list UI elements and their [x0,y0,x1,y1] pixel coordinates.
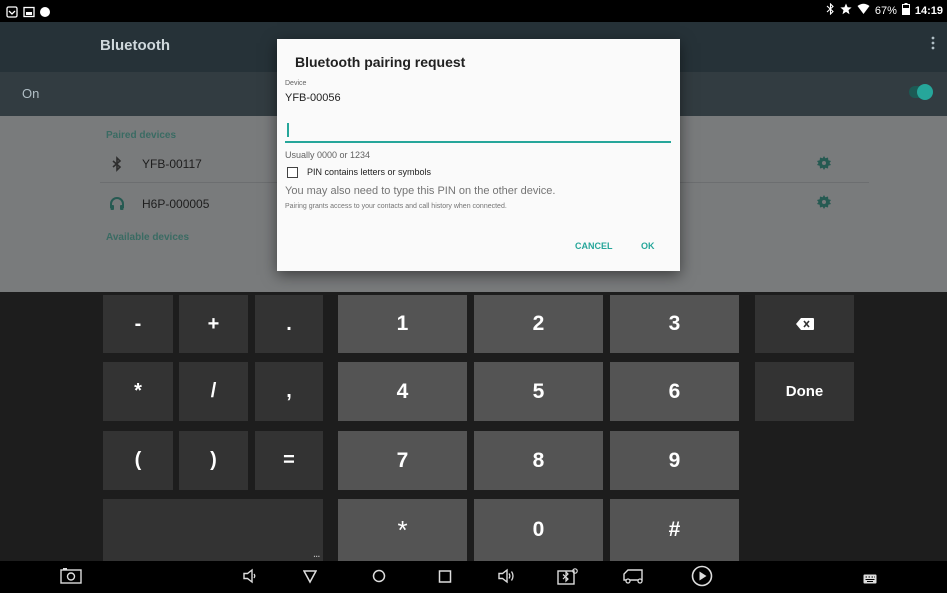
key-9[interactable]: 9 [610,431,739,490]
key-close-paren[interactable]: ) [179,431,248,490]
dialog-title: Bluetooth pairing request [295,54,466,70]
key-0[interactable]: 0 [474,499,603,561]
headphones-icon [109,196,125,212]
star-icon [840,3,852,18]
status-bar: 67% 14:19 [0,0,947,22]
navigation-bar [0,561,947,593]
more-vert-icon[interactable] [931,36,935,55]
bluetooth-settings-icon[interactable] [557,568,579,591]
device-label: Device [285,80,307,87]
text-caret [287,123,289,137]
image-icon [23,5,35,23]
available-devices-header: Available devices [106,232,190,243]
device-name: H6P-000005 [142,197,210,211]
key-minus[interactable]: - [103,295,173,353]
backspace-key[interactable] [755,295,854,353]
paired-devices-header: Paired devices [106,130,177,141]
key-3[interactable]: 3 [610,295,739,353]
pin-info-text: You may also need to type this PIN on th… [285,185,556,197]
key-equals[interactable]: = [255,431,323,490]
cancel-button[interactable]: CANCEL [575,241,613,251]
bluetooth-icon [826,2,835,18]
key-4[interactable]: 4 [338,362,467,421]
done-key[interactable]: Done [755,362,854,421]
bluetooth-switch[interactable] [917,84,933,100]
key-plus[interactable]: + [179,295,248,353]
backspace-icon [795,313,814,336]
toggle-label: On [22,86,40,101]
volume-up-icon[interactable] [498,568,516,589]
pin-letters-checkbox[interactable] [287,167,298,178]
pairing-dialog: Bluetooth pairing request Device YFB-000… [277,39,680,271]
key-6[interactable]: 6 [610,362,739,421]
key-2[interactable]: 2 [474,295,603,353]
more-label: ... [313,550,320,559]
battery-percent: 67% [874,4,897,17]
wifi-icon [857,3,870,18]
key-5[interactable]: 5 [474,362,603,421]
key-hash[interactable]: # [610,499,739,561]
key-asterisk[interactable]: * [103,362,173,421]
dot-icon [39,5,51,23]
key-1[interactable]: 1 [338,295,467,353]
status-right-group: 67% 14:19 [826,2,943,18]
battery-icon [901,3,910,18]
back-icon[interactable] [302,568,318,589]
volume-down-icon[interactable] [243,568,257,589]
bluetooth-icon [109,156,125,172]
checkbox-label[interactable]: PIN contains letters or symbols [307,167,431,177]
pairing-info-text: Pairing grants access to your contacts a… [285,203,507,210]
page-title: Bluetooth [100,37,170,54]
key-period[interactable]: . [255,295,323,353]
key-more[interactable]: ... [103,499,323,561]
gear-icon[interactable] [816,155,832,171]
key-slash[interactable]: / [179,362,248,421]
recent-apps-icon[interactable] [438,568,452,589]
notification-icon [6,5,18,23]
pin-hint: Usually 0000 or 1234 [285,150,371,160]
numeric-keyboard: - + . * / , ( ) = 1 2 3 4 5 6 7 8 9 * 0 … [0,292,947,561]
key-open-paren[interactable]: ( [103,431,173,490]
key-7[interactable]: 7 [338,431,467,490]
home-icon[interactable] [372,568,386,589]
keyboard-icon[interactable] [863,571,877,589]
clock: 14:19 [914,4,943,17]
gear-icon[interactable] [816,194,832,210]
key-8[interactable]: 8 [474,431,603,490]
screenshot-icon[interactable] [60,568,82,589]
device-name: YFB-00117 [142,157,202,171]
pin-input[interactable] [285,121,671,143]
key-star[interactable]: * [338,499,467,561]
device-name: YFB-00056 [285,92,341,104]
car-icon[interactable] [622,568,646,589]
ok-button[interactable]: OK [641,241,655,251]
play-icon[interactable] [691,565,713,592]
key-comma[interactable]: , [255,362,323,421]
